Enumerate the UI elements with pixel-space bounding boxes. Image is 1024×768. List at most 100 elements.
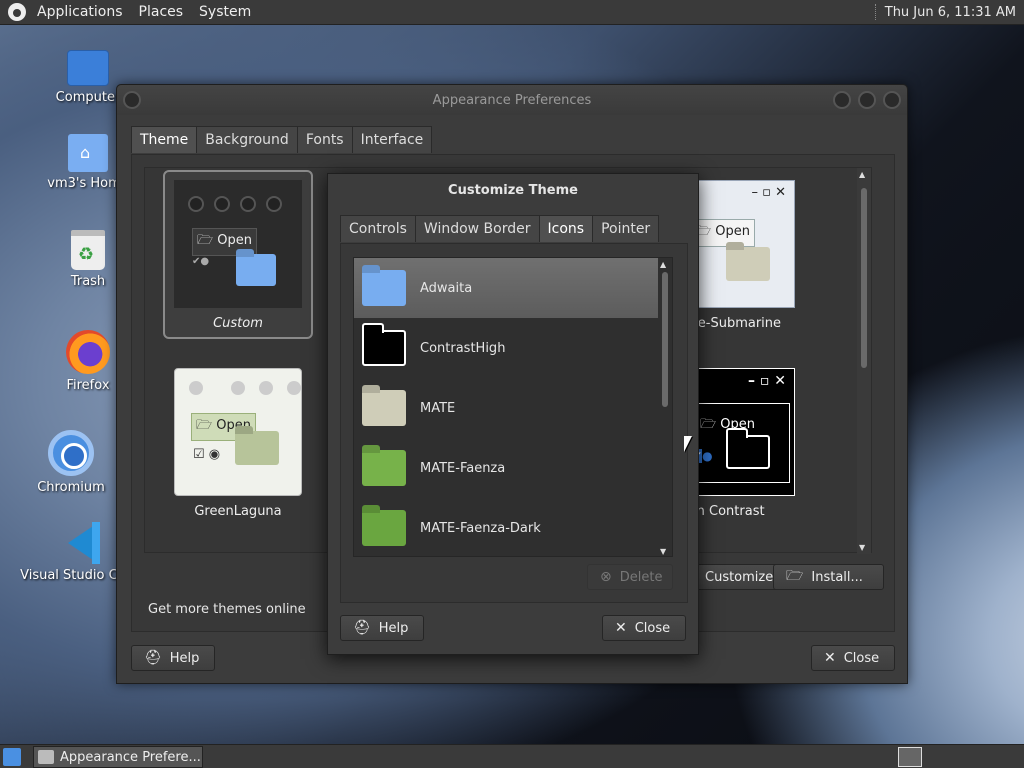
dialog-close-button[interactable]: ✕ Close	[602, 615, 686, 641]
tab-icons[interactable]: Icons	[538, 215, 594, 242]
folder-open-icon: 🗁	[786, 568, 804, 584]
theme-card-custom[interactable]: 🗁 Open ✔● Custom	[163, 170, 313, 339]
scroll-up-icon[interactable]: ▲	[859, 170, 865, 179]
desktop-icon-label: Chromium	[37, 480, 105, 495]
minimize-icon[interactable]	[833, 91, 851, 109]
taskbar-window-button[interactable]: Appearance Prefere...	[33, 746, 203, 768]
help-button[interactable]: ⛑ Help	[131, 645, 215, 671]
panel-separator	[874, 4, 879, 20]
delete-button[interactable]: ⊗ Delete	[587, 564, 673, 590]
theme-card-greenlaguna[interactable]: 🗁 Open ☑ ◉ GreenLaguna	[163, 368, 313, 519]
vscode-icon	[60, 522, 102, 564]
desktop-icon-chromium[interactable]: Chromium	[16, 430, 126, 495]
show-desktop-icon[interactable]	[3, 748, 21, 766]
firefox-icon	[66, 330, 110, 374]
tab-background[interactable]: Background	[196, 126, 298, 153]
theme-grid-scrollbar[interactable]: ▲ ▼	[857, 168, 871, 554]
theme-card-blue-submarine[interactable]: – ▫ ✕ 🗁 Open Blue-Submarine	[677, 180, 835, 331]
system-menu[interactable]: System	[194, 4, 256, 20]
scroll-thumb[interactable]	[861, 188, 867, 368]
preview-titlebar-buttons	[189, 381, 301, 395]
close-label: Close	[634, 620, 671, 636]
tab-interface[interactable]: Interface	[351, 126, 433, 153]
dialog-help-button[interactable]: ⛑ Help	[340, 615, 424, 641]
desktop-icon-label: Trash	[70, 274, 106, 289]
list-item[interactable]: MATE-Faenza-Dark	[354, 498, 672, 556]
get-more-themes-link[interactable]: Get more themes online	[148, 602, 306, 617]
install-label: Install...	[811, 569, 863, 585]
folder-icon	[362, 323, 406, 366]
tab-theme[interactable]: Theme	[131, 126, 198, 153]
close-label: Close	[843, 650, 880, 666]
mouse-pointer-icon	[684, 436, 692, 452]
tab-pointer[interactable]: Pointer	[592, 215, 660, 242]
icon-list-scrollbar[interactable]: ▲ ▼	[658, 258, 672, 556]
close-icon: ✕	[615, 620, 627, 636]
clock[interactable]: Thu Jun 6, 11:31 AM	[885, 5, 1016, 20]
help-icon: ⛑	[144, 650, 162, 666]
list-item[interactable]: Adwaita	[354, 258, 672, 318]
delete-label: Delete	[619, 569, 663, 585]
preview-window-controls: – ▫ ✕	[751, 185, 786, 200]
help-label: Help	[378, 620, 409, 636]
home-folder-icon	[68, 134, 108, 172]
theme-name: High Contrast	[675, 504, 765, 519]
preview-folder-icon	[235, 431, 279, 465]
customize-tabs: Controls Window Border Icons Pointer	[340, 215, 660, 242]
list-item[interactable]: MATE	[354, 378, 672, 438]
delete-icon: ⊗	[600, 569, 612, 585]
icon-theme-name: Adwaita	[420, 280, 473, 296]
dialog-title: Customize Theme	[448, 182, 578, 198]
desktop-icon-label: Computer	[55, 90, 121, 105]
chromium-icon	[48, 430, 94, 476]
tab-fonts[interactable]: Fonts	[296, 126, 353, 153]
icon-theme-name: MATE-Faenza	[420, 460, 506, 476]
desktop-icon-label: Firefox	[66, 378, 110, 393]
preview-open-button: 🗁 Open	[690, 219, 755, 247]
tab-controls[interactable]: Controls	[340, 215, 416, 242]
preview-folder-icon	[236, 254, 276, 286]
window-titlebar[interactable]: Appearance Preferences	[117, 85, 907, 115]
list-item[interactable]: MATE-Faenza	[354, 438, 672, 498]
scroll-thumb[interactable]	[662, 272, 668, 407]
bottom-panel: Appearance Prefere...	[0, 744, 1024, 768]
folder-icon	[362, 390, 406, 426]
scroll-up-icon[interactable]: ▲	[660, 260, 666, 269]
list-item[interactable]: ContrastHigh	[354, 318, 672, 378]
folder-icon	[362, 510, 406, 546]
theme-name: Blue-Submarine	[677, 316, 782, 331]
appearance-tabs: Theme Background Fonts Interface	[131, 126, 433, 153]
preview-folder-icon	[726, 428, 770, 469]
folder-icon	[362, 450, 406, 486]
close-button[interactable]: ✕ Close	[811, 645, 895, 671]
install-button[interactable]: 🗁 Install...	[773, 564, 884, 590]
tab-window-border[interactable]: Window Border	[414, 215, 540, 242]
applications-menu[interactable]: Applications	[32, 4, 128, 20]
help-icon: ⛑	[353, 620, 371, 636]
icon-theme-name: MATE	[420, 400, 456, 416]
maximize-icon[interactable]	[858, 91, 876, 109]
trash-icon	[71, 230, 105, 270]
theme-preview: – ▫ ✕ 🗁 Open	[685, 180, 795, 308]
theme-preview: – ▫ ✕ 🗁 Open ✔●	[685, 368, 795, 496]
folder-icon	[362, 270, 406, 306]
customize-theme-dialog: Customize Theme Controls Window Border I…	[327, 173, 699, 655]
places-menu[interactable]: Places	[134, 4, 189, 20]
scroll-down-icon[interactable]: ▼	[660, 547, 666, 556]
window-title: Appearance Preferences	[432, 92, 592, 108]
taskbar-window-label: Appearance Prefere...	[60, 749, 201, 765]
theme-preview: 🗁 Open ☑ ◉	[174, 368, 302, 496]
icon-theme-name: ContrastHigh	[420, 340, 506, 356]
icon-theme-list[interactable]: Adwaita ContrastHigh MATE MATE-Faenza MA…	[353, 257, 673, 557]
preview-titlebar-buttons	[188, 196, 282, 212]
theme-card-high-contrast[interactable]: – ▫ ✕ 🗁 Open ✔● High Contrast	[675, 368, 835, 519]
scroll-down-icon[interactable]: ▼	[859, 543, 865, 552]
gnome-foot-icon[interactable]	[8, 3, 26, 21]
window-menu-icon[interactable]	[123, 91, 141, 109]
theme-name: Custom	[213, 316, 263, 331]
preview-check-radio: ✔●	[192, 256, 210, 267]
workspace-switcher[interactable]	[898, 747, 922, 767]
close-window-icon[interactable]	[883, 91, 901, 109]
close-icon: ✕	[824, 650, 836, 666]
theme-name: GreenLaguna	[194, 504, 282, 519]
